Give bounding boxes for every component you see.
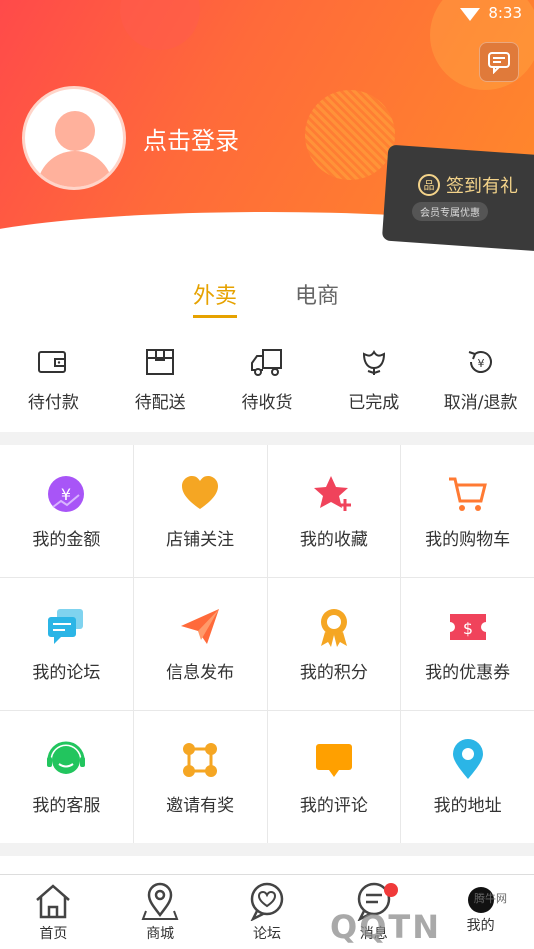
signin-title-text: 签到有礼	[446, 176, 518, 197]
order-pending-payment[interactable]: 待付款	[0, 346, 107, 413]
grid-my-points[interactable]: 我的积分	[267, 578, 401, 710]
grid-post-info[interactable]: 信息发布	[133, 578, 267, 710]
tab-takeout[interactable]: 外卖	[193, 278, 238, 318]
grid-label: 我的积分	[299, 662, 368, 683]
avatar-body	[37, 151, 113, 187]
tab-ecommerce[interactable]: 电商	[295, 278, 339, 310]
order-label: 取消/退款	[443, 393, 518, 413]
chat-icon	[488, 52, 510, 74]
grid-invite-rewards[interactable]: 邀请有奖	[133, 711, 267, 843]
avatar-head	[55, 111, 95, 151]
grid-customer-service[interactable]: 我的客服	[0, 711, 133, 843]
refund-icon: ¥	[468, 351, 492, 373]
medal-icon	[320, 608, 347, 647]
nav-label: 商城	[146, 926, 175, 942]
order-label: 已完成	[348, 393, 400, 413]
order-status-row: 待付款 待配送 待收货 已完成 ¥ 取消/退款	[0, 346, 534, 413]
order-label: 待付款	[27, 393, 79, 413]
order-pending-receipt[interactable]: 待收货	[214, 346, 321, 413]
order-label: 待收货	[241, 393, 293, 413]
grid-label: 我的金额	[32, 529, 101, 550]
grid-label: 邀请有奖	[166, 795, 235, 816]
forum-icon	[48, 608, 84, 644]
grid-my-favorites[interactable]: 我的收藏	[267, 445, 401, 577]
order-completed[interactable]: 已完成	[320, 346, 427, 413]
status-time: 8:33	[488, 4, 522, 22]
status-bar: 8:33	[460, 4, 522, 22]
decor-bubble	[120, 0, 200, 50]
grid-my-address[interactable]: 我的地址	[401, 711, 534, 843]
grid-label: 我的购物车	[425, 529, 511, 550]
decor-bubble	[305, 90, 395, 180]
gift-icon: 品	[418, 174, 440, 196]
comment-icon	[315, 743, 352, 777]
signin-title[interactable]: 品 签到有礼	[418, 172, 518, 198]
avatar[interactable]	[22, 86, 126, 190]
order-pending-delivery[interactable]: 待配送	[107, 346, 214, 413]
forum-heart-icon	[250, 882, 284, 921]
nav-forum[interactable]: 论坛	[214, 875, 321, 949]
grid-label: 我的收藏	[299, 529, 368, 550]
grid-label: 信息发布	[166, 662, 235, 683]
nav-home[interactable]: 首页	[0, 875, 107, 949]
money-icon: ¥	[48, 475, 85, 512]
order-refund[interactable]: ¥ 取消/退款	[427, 346, 534, 413]
box-icon	[146, 349, 175, 375]
grid-label: 我的优惠券	[425, 662, 511, 683]
grid-my-comments[interactable]: 我的评论	[267, 711, 401, 843]
grid-my-forum[interactable]: 我的论坛	[0, 578, 133, 710]
heart-icon	[182, 475, 219, 509]
home-icon	[36, 884, 71, 919]
nav-label: 首页	[39, 926, 68, 942]
truck-icon	[250, 349, 282, 376]
svg-text:¥: ¥	[477, 357, 484, 370]
nav-label: 论坛	[252, 926, 281, 942]
coupon-icon: $	[449, 613, 486, 640]
wallet-icon	[38, 351, 67, 373]
grid-label: 我的客服	[32, 795, 101, 816]
feature-grid: ¥ 我的金额 店铺关注 我的收藏 我的购物车 我的论坛 信息发布 我的积分 $ …	[0, 445, 534, 843]
map-icon	[141, 882, 179, 920]
grid-label: 我的论坛	[32, 662, 101, 683]
grid-my-balance[interactable]: ¥ 我的金额	[0, 445, 133, 577]
signin-subtitle: 会员专属优惠	[412, 202, 488, 221]
grid-label: 我的地址	[433, 795, 502, 816]
invite-icon	[183, 742, 218, 777]
orders-section: 外卖 电商 待付款 待配送 待收货 已完成 ¥ 取消/退款	[0, 246, 534, 432]
grid-followed-shops[interactable]: 店铺关注	[133, 445, 267, 577]
watermark-small: 腾牛网	[474, 892, 507, 905]
watermark-text: QQTN	[330, 908, 442, 946]
grid-my-coupons[interactable]: $ 我的优惠券	[401, 578, 534, 710]
star-icon	[313, 475, 351, 511]
wifi-icon	[460, 7, 481, 21]
grid-label: 店铺关注	[166, 529, 235, 550]
message-button[interactable]	[479, 42, 519, 82]
flower-icon	[362, 350, 385, 375]
cart-icon	[448, 477, 487, 511]
grid-label: 我的评论	[299, 795, 368, 816]
signin-card[interactable]	[381, 144, 534, 252]
headset-icon	[47, 741, 86, 774]
grid-my-cart[interactable]: 我的购物车	[401, 445, 534, 577]
login-link[interactable]: 点击登录	[143, 121, 239, 156]
nav-mall[interactable]: 商城	[107, 875, 214, 949]
grid-next-row-partial	[0, 856, 534, 876]
watermark: QQTN 腾牛网	[330, 890, 530, 946]
send-icon	[181, 608, 220, 644]
location-icon	[452, 738, 483, 779]
order-label: 待配送	[134, 393, 186, 413]
svg-text:$: $	[463, 619, 473, 638]
